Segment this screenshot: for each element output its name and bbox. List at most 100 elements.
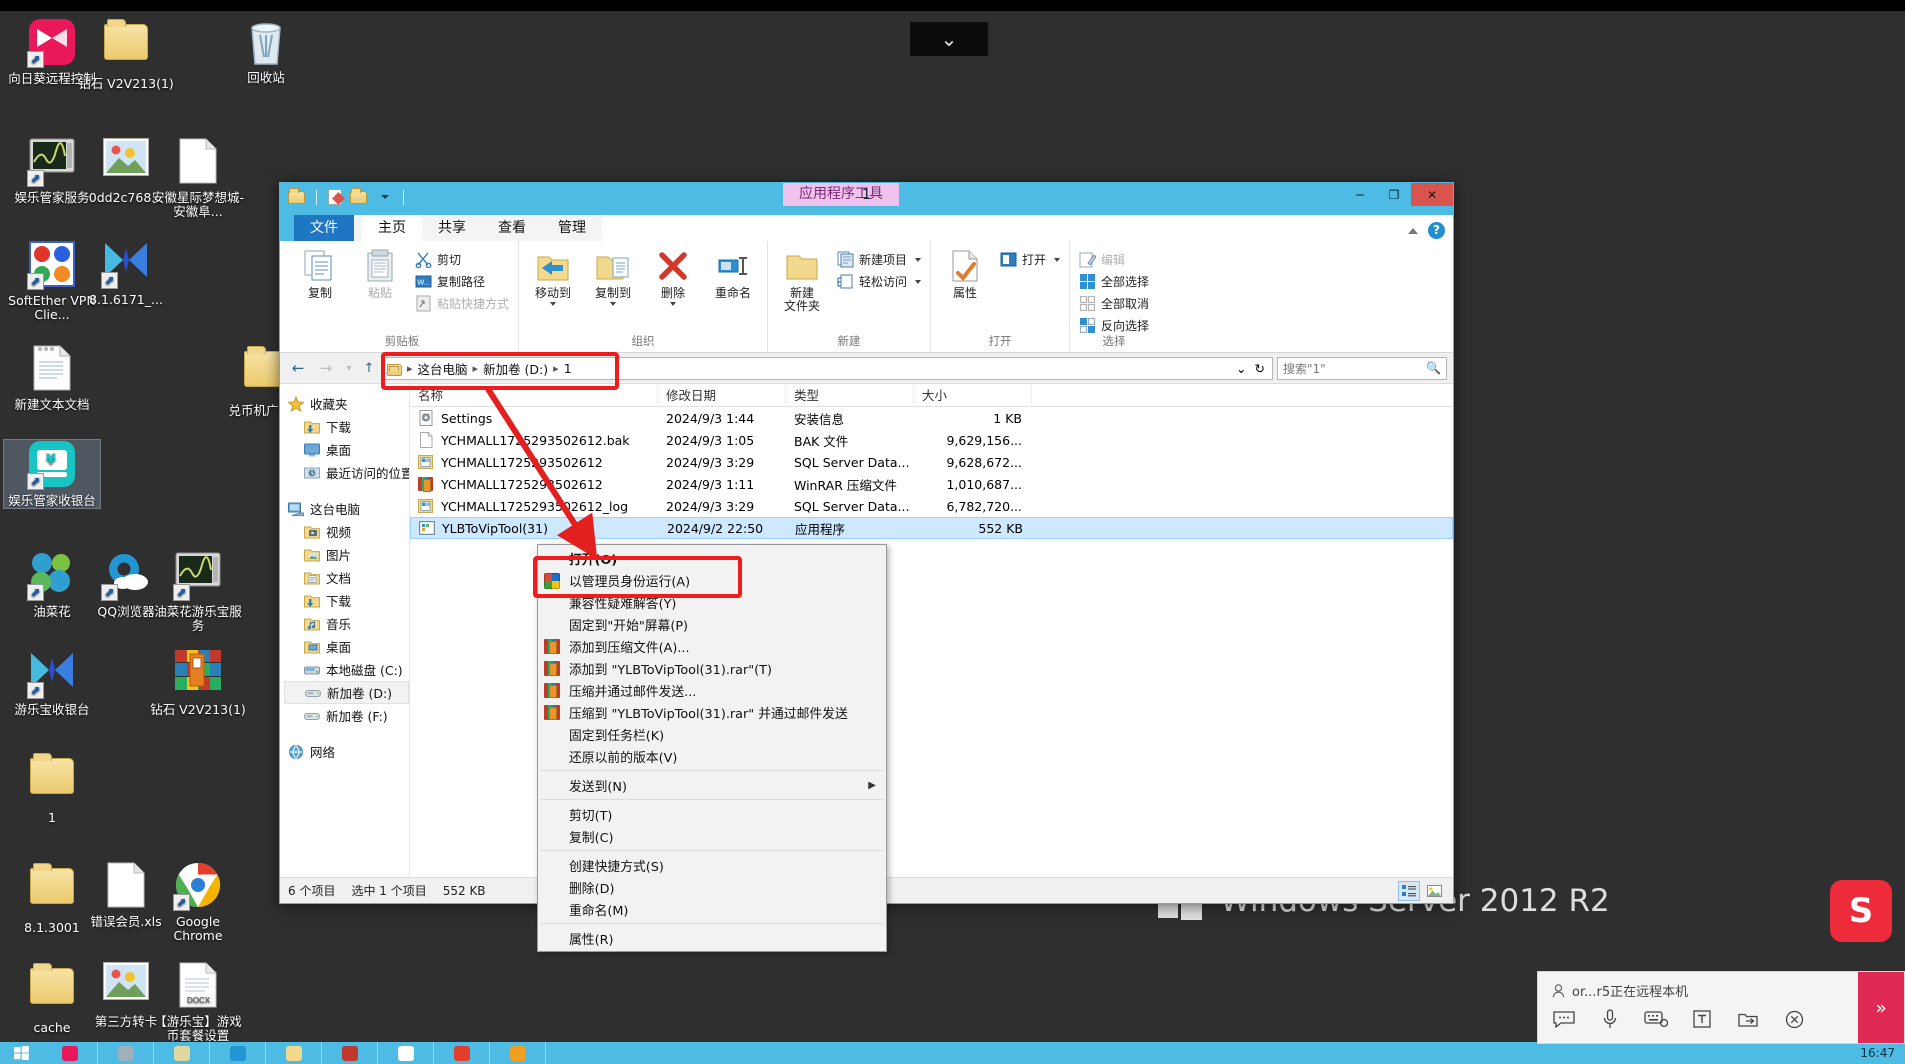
back-button[interactable]: ← xyxy=(286,356,310,380)
forward-button[interactable]: → xyxy=(314,356,338,380)
file-name-cell[interactable]: YLBToVipTool(31) xyxy=(411,520,659,536)
help-icon[interactable]: ? xyxy=(1428,222,1445,239)
column-header-修改日期[interactable]: 修改日期 xyxy=(658,383,786,407)
breadcrumb-item-2[interactable]: 1 xyxy=(561,361,575,376)
nav-item-桌面[interactable]: 桌面 xyxy=(284,635,409,658)
desktop-icon[interactable]: DOCX 【游乐宝】游戏币套餐设置 xyxy=(150,962,246,1043)
desktop-icon[interactable]: 1 xyxy=(4,752,100,825)
ribbon-button-移动到[interactable]: 移动到 xyxy=(525,245,581,306)
address-dropdown-icon[interactable]: ⌄ xyxy=(1236,361,1246,376)
chat-icon[interactable] xyxy=(1552,1008,1576,1030)
menu-item-删除D[interactable]: 删除(D) xyxy=(538,876,886,898)
tab-管理[interactable]: 管理 xyxy=(542,215,602,241)
window-titlebar[interactable]: 应用程序工具 1 ─ ❐ ✕ xyxy=(280,183,1453,215)
desktop-icon[interactable]: 新建文本文档 xyxy=(4,345,100,412)
ribbon[interactable]: 复制 粘贴 剪切 W... 复制路径 粘贴快捷方式 剪贴板 移动到 复制到 删除 重命名 组织 新建 文件… xyxy=(280,241,1453,353)
taskbar-item-chrome[interactable] xyxy=(434,1042,490,1064)
ribbon-button-新建项目[interactable]: 新建项目 xyxy=(834,250,924,269)
desktop-icon[interactable]: 回收站 xyxy=(218,18,314,85)
menu-item-以管理员身份运行A[interactable]: 以管理员身份运行(A) xyxy=(538,569,886,591)
start-button[interactable] xyxy=(0,1042,42,1064)
desktop-icon[interactable]: 钻石 V2V213(1) xyxy=(150,650,246,717)
taskbar-item-monitor[interactable] xyxy=(98,1042,154,1064)
tab-主页[interactable]: 主页 xyxy=(362,215,422,241)
ribbon-button-重命名[interactable]: 重命名 xyxy=(705,245,761,300)
taskbar-item-notepad[interactable] xyxy=(378,1042,434,1064)
nav-item-这台电脑[interactable]: 这台电脑 xyxy=(284,497,409,520)
menu-item-压缩并通过邮件发送[interactable]: 压缩并通过邮件发送... xyxy=(538,679,886,701)
remote-toolbar-buttons[interactable] xyxy=(1552,1008,1846,1030)
nav-item-文档[interactable]: 文档 xyxy=(284,566,409,589)
column-header-row[interactable]: 名称 修改日期 类型 大小 xyxy=(410,383,1453,407)
search-input[interactable]: 搜索"1" 🔍 xyxy=(1277,356,1447,380)
tab-共享[interactable]: 共享 xyxy=(422,215,482,241)
menu-item-兼容性疑难解答Y[interactable]: 兼容性疑难解答(Y) xyxy=(538,591,886,613)
disconnect-icon[interactable] xyxy=(1782,1008,1806,1030)
ribbon-button-轻松访问[interactable]: 轻松访问 xyxy=(834,272,924,291)
expand-toolbar-button[interactable]: » xyxy=(1858,972,1904,1043)
nav-item-本地磁盘 (C:)[interactable]: 本地磁盘 (C:) xyxy=(284,658,409,681)
microphone-icon[interactable] xyxy=(1598,1008,1622,1030)
close-button[interactable]: ✕ xyxy=(1411,183,1453,206)
remote-toolbar-toggle[interactable]: ⌄ xyxy=(910,22,988,56)
chevron-down-icon[interactable] xyxy=(1054,257,1061,262)
ribbon-button-粘贴快捷方式[interactable]: 粘贴快捷方式 xyxy=(412,294,512,313)
breadcrumb-item-1[interactable]: 新加卷 (D:) xyxy=(480,359,551,378)
taskbar-items[interactable] xyxy=(42,1042,546,1064)
ribbon-button-全部选择[interactable]: 全部选择 xyxy=(1076,272,1152,291)
file-transfer-icon[interactable] xyxy=(1736,1008,1760,1030)
menu-item-打开O[interactable]: 打开(O) xyxy=(538,547,886,569)
menu-item-压缩到YLBToVipToo[interactable]: 压缩到 "YLBToVipTool(31).rar" 并通过邮件发送 xyxy=(538,701,886,723)
menu-item-发送到N[interactable]: 发送到(N) ▶ xyxy=(538,774,886,796)
maximize-button[interactable]: ❐ xyxy=(1377,183,1411,206)
ribbon-button-复制路径[interactable]: W... 复制路径 xyxy=(412,272,512,291)
nav-item-新加卷 (D:)[interactable]: 新加卷 (D:) xyxy=(284,681,409,704)
desktop-icon[interactable]: Google Chrome xyxy=(150,862,246,943)
up-button[interactable]: ↑ xyxy=(360,356,378,380)
ribbon-tab-row[interactable]: 文件 主页 共享 查看 管理 ? xyxy=(280,215,1453,241)
desktop-icon[interactable]: 游乐宝收银台 xyxy=(4,650,100,717)
table-row[interactable]: YCHMALL1725293502612.bak 2024/9/3 1:05 BAK… xyxy=(410,429,1453,451)
context-menu[interactable]: 打开(O) 以管理员身份运行(A) 兼容性疑难解答(Y) 固定到"开始"屏幕(P) 添加… xyxy=(537,544,887,952)
navigation-pane[interactable]: 收藏夹 下载 桌面 最近访问的位置 这台电脑 视频 图片 文档 下载 音乐 桌面 本地磁盘 (C:) 新… xyxy=(280,384,410,877)
menu-item-属性R[interactable]: 属性(R) xyxy=(538,927,886,949)
view-buttons[interactable] xyxy=(1398,880,1445,901)
remote-session-toolbar[interactable]: or...r5正在远程本机 » xyxy=(1537,971,1905,1044)
menu-item-重命名M[interactable]: 重命名(M) xyxy=(538,898,886,920)
address-bar-row[interactable]: ← → ▾ ↑ ▸ 这台电脑 ▸ 新加卷 (D:) ▸ 1 ⌄ ↻ 搜索"1" … xyxy=(280,353,1453,383)
tab-查看[interactable]: 查看 xyxy=(482,215,542,241)
nav-item-新加卷 (F:)[interactable]: 新加卷 (F:) xyxy=(284,704,409,727)
refresh-icon[interactable]: ↻ xyxy=(1255,361,1265,376)
nav-item-收藏夹[interactable]: 收藏夹 xyxy=(284,392,409,415)
search-icon[interactable]: 🔍 xyxy=(1426,361,1441,375)
large-icons-view-icon[interactable] xyxy=(1423,881,1445,901)
tab-文件[interactable]: 文件 xyxy=(294,215,354,241)
window-controls[interactable]: ─ ❐ ✕ xyxy=(1343,183,1453,206)
taskbar-item-winrar[interactable] xyxy=(322,1042,378,1064)
chevron-down-icon[interactable] xyxy=(610,302,617,306)
ribbon-button-粘贴[interactable]: 粘贴 xyxy=(352,245,408,300)
menu-item-添加到压缩文件A[interactable]: 添加到压缩文件(A)... xyxy=(538,635,886,657)
chevron-down-icon[interactable] xyxy=(550,302,557,306)
table-row[interactable]: YLBToVipTool(31) 2024/9/2 22:50 应用程序 552 KB xyxy=(410,517,1453,539)
table-row[interactable]: Settings 2024/9/3 1:44 安装信息 1 KB xyxy=(410,407,1453,429)
nav-item-桌面[interactable]: 桌面 xyxy=(284,438,409,461)
collapse-ribbon-icon[interactable] xyxy=(1408,227,1418,234)
menu-item-固定到任务栏K[interactable]: 固定到任务栏(K) xyxy=(538,723,886,745)
file-name-cell[interactable]: YCHMALL1725293502612_log xyxy=(410,498,658,514)
nav-item-最近访问的位置[interactable]: 最近访问的位置 xyxy=(284,461,409,484)
breadcrumb[interactable]: ▸ 这台电脑 ▸ 新加卷 (D:) ▸ 1 ⌄ ↻ xyxy=(382,356,1273,380)
menu-item-复制C[interactable]: 复制(C) xyxy=(538,825,886,847)
table-row[interactable]: YCHMALL1725293502612 2024/9/3 1:11 WinRAR … xyxy=(410,473,1453,495)
file-name-cell[interactable]: YCHMALL1725293502612 xyxy=(410,454,658,470)
taskbar-item-explorer[interactable] xyxy=(266,1042,322,1064)
nav-item-下载[interactable]: 下载 xyxy=(284,589,409,612)
desktop-icon[interactable]: 钻石 V2V213(1) xyxy=(78,18,174,91)
column-header-类型[interactable]: 类型 xyxy=(786,383,914,407)
nav-item-网络[interactable]: 网络 xyxy=(284,740,409,763)
desktop-icon[interactable]: 油菜花游乐宝服务 xyxy=(150,552,246,633)
taskbar-item-sunlogin[interactable] xyxy=(42,1042,98,1064)
details-view-icon[interactable] xyxy=(1398,880,1420,901)
file-name-cell[interactable]: YCHMALL1725293502612 xyxy=(410,476,658,492)
ribbon-button-删除[interactable]: 删除 xyxy=(645,245,701,306)
